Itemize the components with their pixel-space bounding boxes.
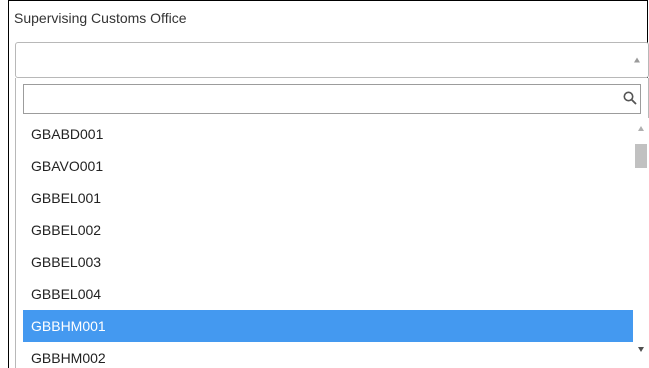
option-item[interactable]: GBBEL004 [23, 278, 633, 310]
search-icon [623, 91, 637, 105]
dropdown-panel: GBABD001 GBAVO001 GBBEL001 GBBEL002 GBBEL003… [15, 78, 649, 368]
option-item[interactable]: GBBEL001 [23, 182, 633, 214]
option-item[interactable]: GBBEL003 [23, 246, 633, 278]
search-input[interactable] [24, 85, 626, 113]
option-item[interactable]: GBBHM002 [23, 342, 633, 368]
options-list: GBABD001 GBAVO001 GBBEL001 GBBEL002 GBBEL003… [23, 118, 649, 368]
field-label: Supervising Customs Office [14, 10, 187, 26]
scrollbar[interactable] [633, 118, 649, 368]
option-item[interactable]: GBBHM001 [23, 310, 633, 342]
caret-up-icon[interactable] [634, 57, 640, 63]
scroll-up-arrow-icon[interactable] [638, 126, 644, 131]
option-item[interactable]: GBABD001 [23, 118, 633, 150]
option-item[interactable]: GBAVO001 [23, 150, 633, 182]
scrollbar-thumb[interactable] [635, 144, 647, 168]
customs-office-select[interactable] [15, 42, 649, 78]
option-item[interactable]: GBBEL002 [23, 214, 633, 246]
options-list-items: GBABD001 GBAVO001 GBBEL001 GBBEL002 GBBEL003… [23, 118, 633, 368]
search-box[interactable] [23, 84, 641, 114]
scroll-down-arrow-icon[interactable] [638, 347, 644, 352]
